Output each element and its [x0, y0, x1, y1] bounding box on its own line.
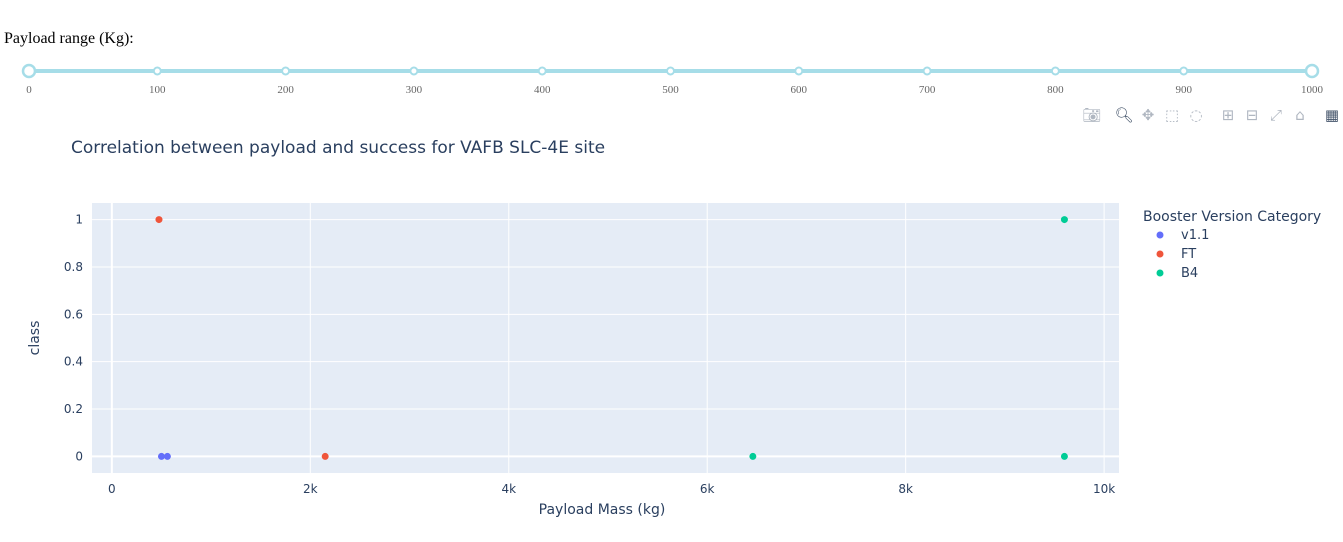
y-tick-label: 0.2: [64, 402, 83, 416]
slider-mark-label: 300: [406, 84, 423, 96]
legend-marker[interactable]: [1156, 250, 1164, 258]
y-axis-label: class: [27, 321, 43, 356]
slider-mark-label: 800: [1047, 84, 1064, 96]
slider-dot: [152, 66, 162, 76]
slider-mark-label: 400: [534, 84, 551, 96]
slider-dot: [281, 66, 291, 76]
modebar: 📷︎ 🔍︎ ✥ ⬚ ◌ ⊞ ⊟ ⤢ ⌂ ▦: [1070, 104, 1340, 128]
x-tick-label: 4k: [501, 482, 516, 496]
zoom-out-icon[interactable]: ⊟: [1242, 104, 1262, 126]
point-FT[interactable]: [155, 216, 163, 224]
slider-mark-label: 200: [277, 84, 294, 96]
slider-mark-label: 500: [662, 84, 679, 96]
lasso-select-icon[interactable]: ◌: [1186, 104, 1206, 126]
x-tick-label: 2k: [303, 482, 318, 496]
x-tick-label: 6k: [700, 482, 715, 496]
camera-icon[interactable]: 📷︎: [1082, 104, 1102, 126]
slider-mark-label: 0: [26, 84, 32, 96]
box-select-icon[interactable]: ⬚: [1162, 104, 1182, 126]
plotly-logo-icon[interactable]: ▦: [1322, 104, 1342, 126]
y-tick-label: 0.8: [64, 260, 83, 274]
zoom-icon[interactable]: 🔍︎: [1114, 104, 1134, 126]
slider-dot: [1050, 66, 1060, 76]
legend-marker[interactable]: [1156, 231, 1164, 239]
chart-title: Correlation between payload and success …: [71, 138, 605, 158]
point-v1.1[interactable]: [163, 452, 171, 460]
slider-mark-label: 600: [791, 84, 808, 96]
payload-range-slider[interactable]: 0 100 200 300 400 500 600 700 800 900 1000: [0, 56, 1343, 100]
plot-area[interactable]: [92, 203, 1119, 473]
point-B4[interactable]: [1060, 452, 1068, 460]
slider-mark-label: 900: [1175, 84, 1192, 96]
zoom-in-icon[interactable]: ⊞: [1218, 104, 1238, 126]
legend-item-label[interactable]: B4: [1181, 266, 1198, 281]
point-B4[interactable]: [1060, 216, 1068, 224]
y-tick-label: 1: [75, 213, 83, 227]
pan-icon[interactable]: ✥: [1138, 104, 1158, 126]
slider-mark-label: 100: [149, 84, 166, 96]
point-FT[interactable]: [321, 452, 329, 460]
legend-marker[interactable]: [1156, 269, 1164, 277]
y-tick-label: 0: [75, 449, 83, 463]
x-axis-label: Payload Mass (kg): [539, 502, 666, 518]
slider-mark-label: 1000: [1301, 84, 1324, 96]
autoscale-icon[interactable]: ⤢: [1266, 104, 1286, 126]
slider-dot: [794, 66, 804, 76]
x-tick-label: 8k: [898, 482, 913, 496]
y-tick-label: 0.6: [64, 307, 83, 321]
payload-range-label: Payload range (Kg):: [4, 30, 134, 47]
x-tick-label: 10k: [1093, 482, 1115, 496]
slider-dot: [666, 66, 675, 76]
slider-dot: [922, 66, 932, 76]
point-v1.1[interactable]: [157, 452, 165, 460]
slider-dot: [409, 66, 419, 76]
slider-handle[interactable]: [1304, 63, 1320, 79]
reset-axes-icon[interactable]: ⌂: [1290, 104, 1310, 126]
legend: Booster Version Category v1.1 FT B4: [1143, 209, 1321, 281]
point-B4[interactable]: [749, 452, 757, 460]
slider-dot: [537, 66, 547, 76]
x-tick-label: 0: [108, 482, 116, 496]
slider-dot: [1179, 66, 1189, 76]
scatter-chart: Correlation between payload and success …: [27, 138, 1321, 518]
slider-mark-label: 700: [919, 84, 936, 96]
legend-title: Booster Version Category: [1143, 209, 1321, 225]
legend-item-label[interactable]: FT: [1181, 247, 1196, 262]
legend-item-label[interactable]: v1.1: [1181, 228, 1209, 243]
y-tick-label: 0.4: [64, 355, 83, 369]
slider-handle[interactable]: [21, 63, 37, 79]
